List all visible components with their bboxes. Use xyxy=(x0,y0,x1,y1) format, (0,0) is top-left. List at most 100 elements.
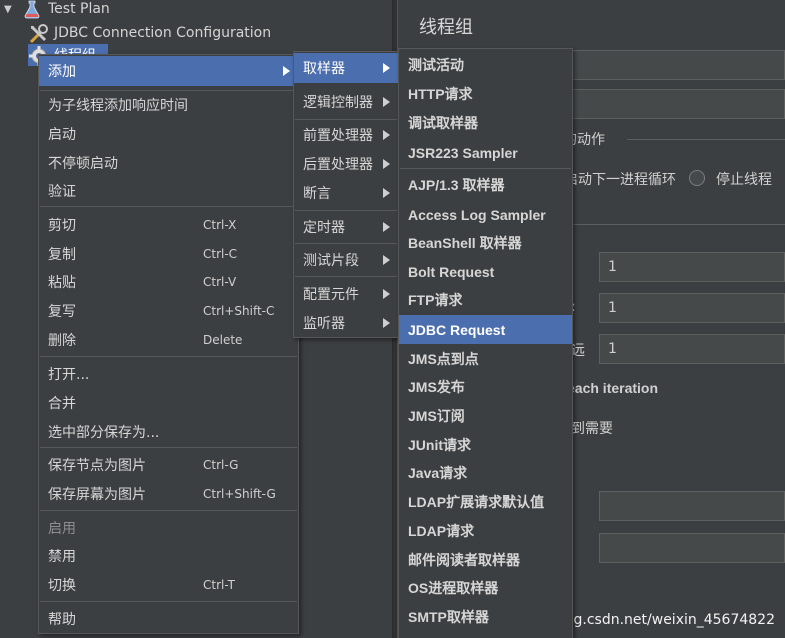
tree-item-test-plan[interactable]: ▼ Test Plan xyxy=(4,0,110,20)
menu-item-shortcut: Ctrl+Shift-C xyxy=(203,303,275,318)
menu-item-label: 复制 xyxy=(48,246,76,263)
rampup-field[interactable]: 1 xyxy=(599,293,785,323)
menu-item-open[interactable]: 打开... xyxy=(39,359,298,388)
tree-item-label: JDBC Connection Configuration xyxy=(54,25,272,41)
menu-item-bolt-request[interactable]: Bolt Request xyxy=(399,257,572,286)
menu-item-post-processor[interactable]: 后置处理器 xyxy=(294,149,398,178)
menu-item-assertion[interactable]: 断言 xyxy=(294,178,398,207)
menu-item-disable[interactable]: 禁用 xyxy=(39,541,298,570)
menu-item-add[interactable]: 添加 xyxy=(39,56,298,86)
tree-item-label: Test Plan xyxy=(48,1,110,17)
menu-item-help[interactable]: 帮助 xyxy=(39,604,298,633)
menu-item-copy[interactable]: 复制 Ctrl-C xyxy=(39,239,298,268)
menu-item-label: 定时器 xyxy=(303,219,345,236)
menu-separator xyxy=(295,276,397,277)
menu-item-label: JUnit请求 xyxy=(408,436,471,453)
loop-count-field[interactable]: 1 xyxy=(599,334,785,364)
menu-item-cut[interactable]: 剪切 Ctrl-X xyxy=(39,210,298,239)
menu-item-smtp-sampler[interactable]: SMTP取样器 xyxy=(399,602,572,631)
menu-item-label: Bolt Request xyxy=(408,263,495,280)
menu-separator xyxy=(40,601,297,602)
submenu-arrow-icon xyxy=(383,288,390,299)
menu-item-save-selection-as[interactable]: 选中部分保存为... xyxy=(39,417,298,446)
menu-item-add-think-times[interactable]: 为子线程添加响应时间 xyxy=(39,90,298,119)
menu-item-label: 启用 xyxy=(48,520,76,537)
loop-forever-label: 远 xyxy=(571,343,585,359)
menu-item-label: 帮助 xyxy=(48,611,76,628)
menu-item-debug-sampler[interactable]: 调试取样器 xyxy=(399,108,572,137)
startup-delay-field[interactable] xyxy=(599,533,785,563)
menu-item-delete[interactable]: 删除 Delete xyxy=(39,325,298,354)
menu-item-label: JSR223 Sampler xyxy=(408,144,518,161)
menu-item-validate[interactable]: 验证 xyxy=(39,176,298,205)
duration-field[interactable] xyxy=(599,491,785,521)
menu-item-label: Java请求 xyxy=(408,464,468,481)
menu-item-junit-request[interactable]: JUnit请求 xyxy=(399,430,572,459)
menu-item-label: 测试片段 xyxy=(303,252,359,269)
menu-item-enable: 启用 xyxy=(39,513,298,542)
panel-title: 线程组 xyxy=(419,17,473,38)
submenu-arrow-icon xyxy=(383,254,390,265)
menu-item-toggle[interactable]: 切换 Ctrl-T xyxy=(39,570,298,599)
menu-item-label: JMS订阅 xyxy=(408,407,465,424)
menu-separator xyxy=(295,243,397,244)
threads-field[interactable]: 1 xyxy=(599,252,785,282)
menu-item-test-fragment[interactable]: 测试片段 xyxy=(294,245,398,274)
submenu-arrow-icon xyxy=(383,96,390,107)
menu-item-paste[interactable]: 粘贴 Ctrl-V xyxy=(39,267,298,296)
menu-item-label: 不停顿启动 xyxy=(48,155,118,172)
menu-item-start-no-pauses[interactable]: 不停顿启动 xyxy=(39,148,298,177)
menu-item-ldap-extended-request[interactable]: LDAP扩展请求默认值 xyxy=(399,487,572,516)
menu-separator xyxy=(40,356,297,357)
menu-item-duplicate[interactable]: 复写 Ctrl+Shift-C xyxy=(39,296,298,325)
menu-item-mail-reader-sampler[interactable]: 邮件阅读者取样器 xyxy=(399,545,572,574)
menu-item-start[interactable]: 启动 xyxy=(39,119,298,148)
tree-item-jdbc-config[interactable]: JDBC Connection Configuration xyxy=(28,22,271,44)
menu-item-beanshell-sampler[interactable]: BeanShell 取样器 xyxy=(399,228,572,257)
menu-item-os-process-sampler[interactable]: OS进程取样器 xyxy=(399,573,572,602)
menu-item-label: 启动 xyxy=(48,126,76,143)
menu-item-ajp-sampler[interactable]: AJP/1.3 取样器 xyxy=(399,170,572,199)
menu-item-label: 调试取样器 xyxy=(408,114,478,131)
menu-item-save-screen-as-image[interactable]: 保存屏幕为图片 Ctrl+Shift-G xyxy=(39,479,298,508)
menu-item-label: 后置处理器 xyxy=(303,156,373,173)
menu-item-jsr223-sampler[interactable]: JSR223 Sampler xyxy=(399,138,572,167)
menu-item-label: 剪切 xyxy=(48,217,76,234)
menu-item-label: 保存节点为图片 xyxy=(48,457,146,474)
menu-item-sampler[interactable]: 取样器 xyxy=(294,53,398,83)
menu-item-jms-subscriber[interactable]: JMS订阅 xyxy=(399,401,572,430)
menu-item-config-element[interactable]: 配置元件 xyxy=(294,279,398,308)
name-field[interactable] xyxy=(569,50,785,80)
menu-item-logic-controller[interactable]: 逻辑控制器 xyxy=(294,87,398,116)
menu-item-java-request[interactable]: Java请求 xyxy=(399,458,572,487)
menu-item-shortcut: Ctrl-T xyxy=(203,577,235,592)
menu-item-merge[interactable]: 合并 xyxy=(39,388,298,417)
menu-item-shortcut: Delete xyxy=(203,332,243,347)
menu-item-listener[interactable]: 监听器 xyxy=(294,308,398,337)
menu-item-pre-processor[interactable]: 前置处理器 xyxy=(294,120,398,149)
menu-item-label: HTTP请求 xyxy=(408,85,473,102)
menu-item-label: Access Log Sampler xyxy=(408,206,546,223)
menu-item-label: LDAP扩展请求默认值 xyxy=(408,493,545,510)
expand-arrow-icon[interactable]: ▼ xyxy=(4,4,16,15)
stop-thread-radio[interactable] xyxy=(689,170,705,186)
menu-item-http-request[interactable]: HTTP请求 xyxy=(399,79,572,108)
menu-item-label: 切换 xyxy=(48,577,76,594)
menu-item-jdbc-request[interactable]: JDBC Request xyxy=(399,315,572,344)
menu-item-label: JMS发布 xyxy=(408,378,465,395)
menu-item-save-node-as-image[interactable]: 保存节点为图片 Ctrl-G xyxy=(39,450,298,479)
menu-item-ftp-request[interactable]: FTP请求 xyxy=(399,285,572,314)
menu-item-label: 取样器 xyxy=(303,61,345,77)
menu-item-label: 邮件阅读者取样器 xyxy=(408,551,520,568)
menu-item-jms-publisher[interactable]: JMS发布 xyxy=(399,372,572,401)
comments-field[interactable] xyxy=(569,89,785,119)
radio-label-stop-thread: 停止线程 xyxy=(716,172,772,188)
menu-item-shortcut: Ctrl-V xyxy=(203,274,237,289)
menu-item-label: FTP请求 xyxy=(408,291,463,308)
menu-item-ldap-request[interactable]: LDAP请求 xyxy=(399,516,572,545)
menu-item-jms-point-to-point[interactable]: JMS点到点 xyxy=(399,344,572,373)
menu-item-label: 选中部分保存为... xyxy=(48,424,160,441)
menu-item-test-action[interactable]: 测试活动 xyxy=(399,50,572,79)
menu-item-timer[interactable]: 定时器 xyxy=(294,212,398,241)
menu-item-access-log-sampler[interactable]: Access Log Sampler xyxy=(399,200,572,229)
